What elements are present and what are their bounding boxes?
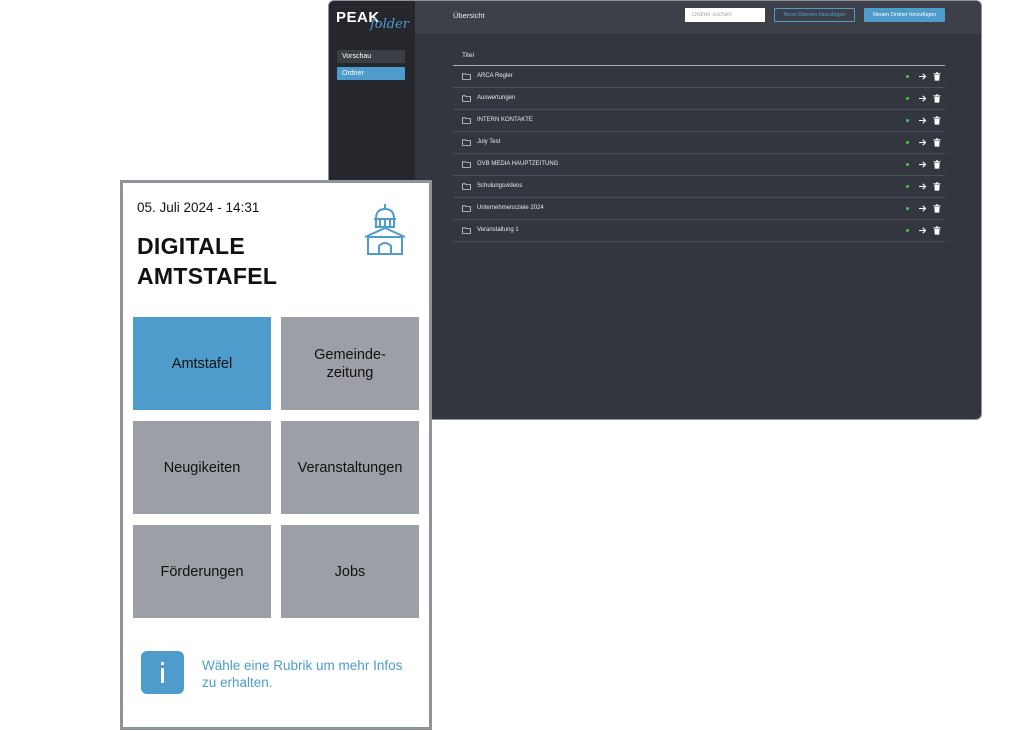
folder-title: July Test <box>477 139 501 145</box>
folder-title: Schulungsvideos <box>477 183 523 189</box>
arrow-right-icon[interactable] <box>918 226 927 235</box>
arrow-right-icon[interactable] <box>918 138 927 147</box>
folder-icon <box>462 205 471 212</box>
admin-topbar: Übersicht Neue Dateien hinzufügen Neuen … <box>415 1 981 34</box>
status-dot <box>906 229 909 232</box>
table-row[interactable]: Schulungsvideos <box>453 176 945 198</box>
status-dot <box>906 163 909 166</box>
tile-label: Förderungen <box>160 563 244 580</box>
trash-icon[interactable] <box>933 226 941 235</box>
sidebar-item-preview[interactable]: Vorschau <box>337 50 405 63</box>
arrow-right-icon[interactable] <box>918 72 927 81</box>
status-dot <box>906 207 909 210</box>
tile-label: Gemeinde-zeitung <box>314 346 386 381</box>
folder-icon <box>462 117 471 124</box>
arrow-right-icon[interactable] <box>918 116 927 125</box>
folder-title: ARCA Regler <box>477 73 513 79</box>
table-row[interactable]: July Test <box>453 132 945 154</box>
status-dot <box>906 141 909 144</box>
tile-jobs[interactable]: Jobs <box>281 525 419 618</box>
trash-icon[interactable] <box>933 204 941 213</box>
folder-table: Titel ARCA Regler Auswertungen INTERN KONT… <box>453 46 945 242</box>
logo-folder: folder <box>370 17 410 32</box>
sidebar-item-folders[interactable]: Ordner <box>337 67 405 80</box>
tile-label: Neugikeiten <box>163 459 241 476</box>
arrow-right-icon[interactable] <box>918 160 927 169</box>
add-files-button[interactable]: Neue Dateien hinzufügen <box>774 8 855 22</box>
column-title-header: Titel <box>462 52 475 59</box>
status-dot <box>906 75 909 78</box>
tile-label: Jobs <box>334 563 366 580</box>
table-row[interactable]: ARCA Regler <box>453 66 945 88</box>
tile-gemeindezeitung[interactable]: Gemeinde-zeitung <box>281 317 419 410</box>
kiosk-title: DIGITALE AMTSTAFEL <box>137 233 278 289</box>
arrow-right-icon[interactable] <box>918 204 927 213</box>
folder-icon <box>462 73 471 80</box>
folder-title: INTERN KONTAKTE <box>477 117 533 123</box>
tile-neuigkeiten[interactable]: Neugikeiten <box>133 421 271 514</box>
tile-amtstafel[interactable]: Amtstafel <box>133 317 271 410</box>
table-row[interactable]: Veranstaltung 1 <box>453 220 945 242</box>
table-row[interactable]: Unternehmensziele 2024 <box>453 198 945 220</box>
tile-label: Amtstafel <box>171 355 233 372</box>
folder-title: Unternehmensziele 2024 <box>477 205 544 211</box>
table-row[interactable]: INTERN KONTAKTE <box>453 110 945 132</box>
status-dot <box>906 185 909 188</box>
folder-title: OVB MEDIA HAUPTZEITUNG <box>477 161 559 167</box>
folder-title: Auswertungen <box>477 95 516 101</box>
folder-icon <box>462 95 471 102</box>
table-row[interactable]: OVB MEDIA HAUPTZEITUNG <box>453 154 945 176</box>
folder-icon <box>462 139 471 146</box>
trash-icon[interactable] <box>933 182 941 191</box>
folder-search-input[interactable] <box>685 8 765 22</box>
page-title: Übersicht <box>453 11 485 20</box>
trash-icon[interactable] <box>933 94 941 103</box>
table-header: Titel <box>453 46 945 66</box>
trash-icon[interactable] <box>933 72 941 81</box>
kiosk-datetime: 05. Juli 2024 - 14:31 <box>137 200 260 215</box>
townhall-icon <box>364 204 406 255</box>
status-dot <box>906 97 909 100</box>
folder-icon <box>462 227 471 234</box>
arrow-right-icon[interactable] <box>918 94 927 103</box>
status-dot <box>906 119 909 122</box>
table-row[interactable]: Auswertungen <box>453 88 945 110</box>
tile-label: Veranstaltungen <box>297 459 403 476</box>
trash-icon[interactable] <box>933 116 941 125</box>
tile-foerderungen[interactable]: Förderungen <box>133 525 271 618</box>
folder-icon <box>462 183 471 190</box>
folder-title: Veranstaltung 1 <box>477 227 519 233</box>
folder-icon <box>462 161 471 168</box>
kiosk-screen: 05. Juli 2024 - 14:31 DIGITALE AMTSTAFEL… <box>120 180 432 730</box>
info-icon <box>141 651 184 694</box>
arrow-right-icon[interactable] <box>918 182 927 191</box>
info-text: Wähle eine Rubrik um mehr Infos zu erhal… <box>202 658 403 690</box>
tile-veranstaltungen[interactable]: Veranstaltungen <box>281 421 419 514</box>
add-folder-button[interactable]: Neuen Ordner hinzufügen <box>864 8 945 22</box>
trash-icon[interactable] <box>933 160 941 169</box>
trash-icon[interactable] <box>933 138 941 147</box>
